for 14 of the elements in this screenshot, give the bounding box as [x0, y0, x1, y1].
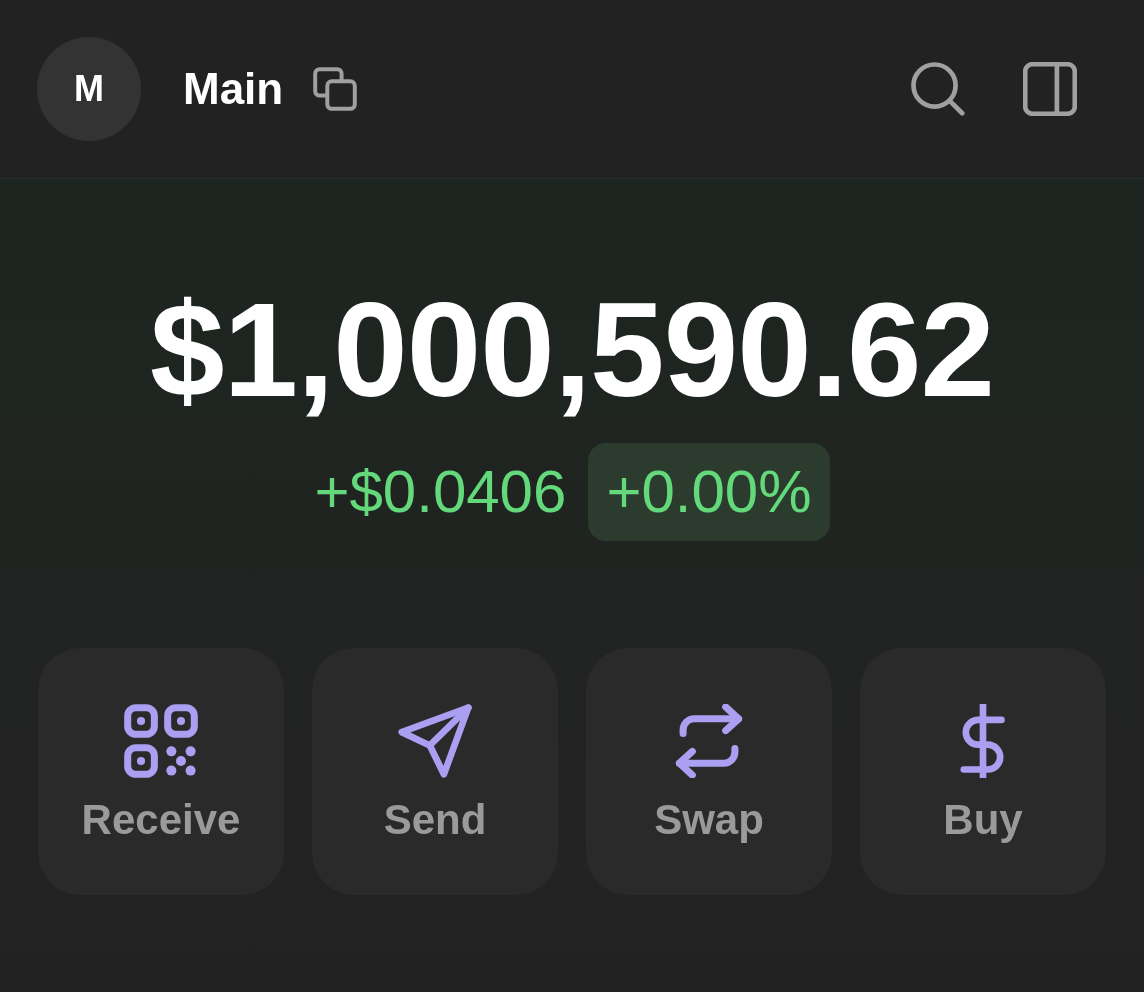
balance-amount: $1,000,590.62: [150, 274, 994, 426]
account-name: Main: [183, 64, 284, 114]
paper-plane-icon: [398, 704, 472, 779]
side-panel-icon[interactable]: [1023, 62, 1077, 116]
search-icon[interactable]: [911, 62, 965, 116]
balance-change: +$0.0406: [314, 459, 567, 526]
account-avatar[interactable]: M: [37, 37, 141, 141]
buy-button[interactable]: Buy: [860, 648, 1106, 896]
swap-button[interactable]: Swap: [586, 648, 832, 896]
copy-icon[interactable]: [313, 67, 358, 111]
percent-change: +0.00%: [588, 443, 830, 542]
receive-button[interactable]: Receive: [38, 648, 284, 896]
qr-code-icon: [124, 704, 198, 779]
send-button[interactable]: Send: [312, 648, 558, 896]
